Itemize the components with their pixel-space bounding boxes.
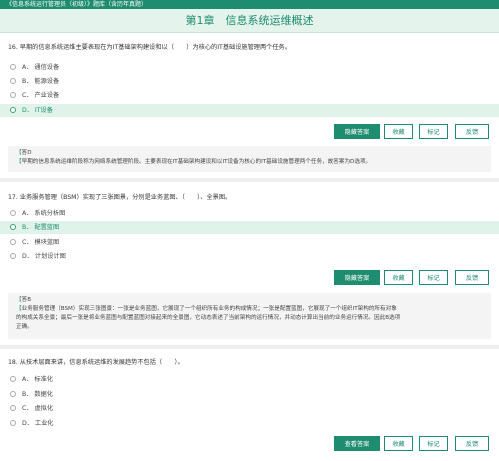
chapter-title: 第1章 信息系统运维概述 xyxy=(185,14,314,27)
favorite-button[interactable]: 收藏 xyxy=(384,124,413,139)
feedback-button[interactable]: 反馈 xyxy=(455,436,489,451)
feedback-button[interactable]: 反馈 xyxy=(455,270,489,285)
radio-circle-icon[interactable] xyxy=(10,210,16,216)
option-label: C． 产业设备 xyxy=(22,92,60,99)
radio-circle-icon[interactable] xyxy=(10,253,16,259)
explanation-text: 早期的信息系统运维阶段称为网络系统管理阶段。主要表现在IT基础架构建设和以IT设… xyxy=(21,159,372,165)
view-answer-button[interactable]: 查看答案 xyxy=(334,436,380,451)
answer-explanation-panel: 【答D 【早期的信息系统运维阶段称为网络系统管理阶段。主要表现在IT基础架构建设… xyxy=(8,146,491,172)
radio-circle-icon[interactable] xyxy=(10,376,16,382)
question-18-option-a[interactable]: A． 标准化 xyxy=(0,373,499,386)
question-17-option-a[interactable]: A． 系统分析图 xyxy=(0,207,499,220)
option-label: D． 计划设计图 xyxy=(22,253,66,260)
radio-circle-icon[interactable] xyxy=(10,420,16,426)
question-17-option-b[interactable]: B． 配置蓝图 xyxy=(0,221,499,234)
option-label: A． 系统分析图 xyxy=(22,210,66,217)
question-17-option-c[interactable]: C． 模块蓝图 xyxy=(0,236,499,249)
chapter-header: 第1章 信息系统运维概述 xyxy=(0,9,499,33)
question-18-option-b[interactable]: B． 数据化 xyxy=(0,388,499,401)
question-16-text: 16. 早期的信息系统运维主要表现在为IT基础架构建设和以（ ）为核心的IT基础… xyxy=(8,44,291,51)
answer-line: 【答D xyxy=(16,150,32,156)
question-17-option-d[interactable]: D． 计划设计图 xyxy=(0,250,499,263)
option-label: B． 配置蓝图 xyxy=(22,224,60,231)
mark-button[interactable]: 标记 xyxy=(419,270,448,285)
explanation-line: 的构成关系全景；最后一张是将业务蓝图与配置蓝图对接起来的全景图，它动态表述了当前… xyxy=(16,315,401,321)
answer-value: 答B xyxy=(21,297,32,303)
app-title-bar: 《信息系统运行管理员（初级）》题库（含历年真题） xyxy=(0,0,499,9)
option-label: D． IT设备 xyxy=(22,107,53,114)
radio-circle-icon[interactable] xyxy=(10,224,16,230)
radio-circle-icon[interactable] xyxy=(10,92,16,98)
question-16-option-a[interactable]: A． 通信设备 xyxy=(0,61,499,74)
hide-answer-button[interactable]: 隐藏答案 xyxy=(334,124,380,139)
radio-circle-icon[interactable] xyxy=(10,239,16,245)
mark-button[interactable]: 标记 xyxy=(419,436,448,451)
option-label: C． 虚拟化 xyxy=(22,405,54,412)
question-16-option-b[interactable]: B． 能源设备 xyxy=(0,75,499,88)
option-label: B． 数据化 xyxy=(22,391,53,398)
question-16-option-d[interactable]: D． IT设备 xyxy=(0,104,499,117)
favorite-button[interactable]: 收藏 xyxy=(384,436,413,451)
question-divider xyxy=(0,178,499,182)
radio-circle-icon[interactable] xyxy=(10,107,16,113)
radio-circle-icon[interactable] xyxy=(10,78,16,84)
answer-explanation-panel: 【答B 【业务服务管理（BSM）实现三张图景：一张是业务蓝图，它展现了一个组织所… xyxy=(8,293,491,339)
option-label: A． 标准化 xyxy=(22,376,53,383)
question-17-text: 17. 业务服务管理（BSM）实现了三张图景，分别是业务蓝图、（ ）、全景图。 xyxy=(8,194,232,201)
question-16-option-c[interactable]: C． 产业设备 xyxy=(0,89,499,102)
explanation-line: 【业务服务管理（BSM）实现三张图景：一张是业务蓝图，它展现了一个组织所有业务的… xyxy=(16,306,397,312)
option-label: A． 通信设备 xyxy=(22,64,60,71)
question-18-option-d[interactable]: D． 工业化 xyxy=(0,417,499,430)
radio-circle-icon[interactable] xyxy=(10,391,16,397)
option-label: D． 工业化 xyxy=(22,420,54,427)
option-label: C． 模块蓝图 xyxy=(22,239,60,246)
question-18-text: 18. 从技术层面来讲，信息系统运维的发展趋势不包括（ ）。 xyxy=(8,359,184,366)
feedback-button[interactable]: 反馈 xyxy=(455,124,489,139)
explanation-line: 正确。 xyxy=(16,324,33,330)
radio-circle-icon[interactable] xyxy=(10,64,16,70)
answer-value: 答D xyxy=(21,150,32,156)
option-label: B． 能源设备 xyxy=(22,78,60,85)
answer-line: 【答B xyxy=(16,297,32,303)
question-divider xyxy=(0,345,499,349)
explanation-line: 【早期的信息系统运维阶段称为网络系统管理阶段。主要表现在IT基础架构建设和以IT… xyxy=(16,159,372,165)
app-title: 《信息系统运行管理员（初级）》题库（含历年真题） xyxy=(6,1,148,8)
radio-circle-icon[interactable] xyxy=(10,405,16,411)
hide-answer-button[interactable]: 隐藏答案 xyxy=(334,270,380,285)
explanation-text: 业务服务管理（BSM）实现三张图景：一张是业务蓝图，它展现了一个组织所有业务的构… xyxy=(21,306,397,312)
question-18-option-c[interactable]: C． 虚拟化 xyxy=(0,402,499,415)
mark-button[interactable]: 标记 xyxy=(419,124,448,139)
favorite-button[interactable]: 收藏 xyxy=(384,270,413,285)
